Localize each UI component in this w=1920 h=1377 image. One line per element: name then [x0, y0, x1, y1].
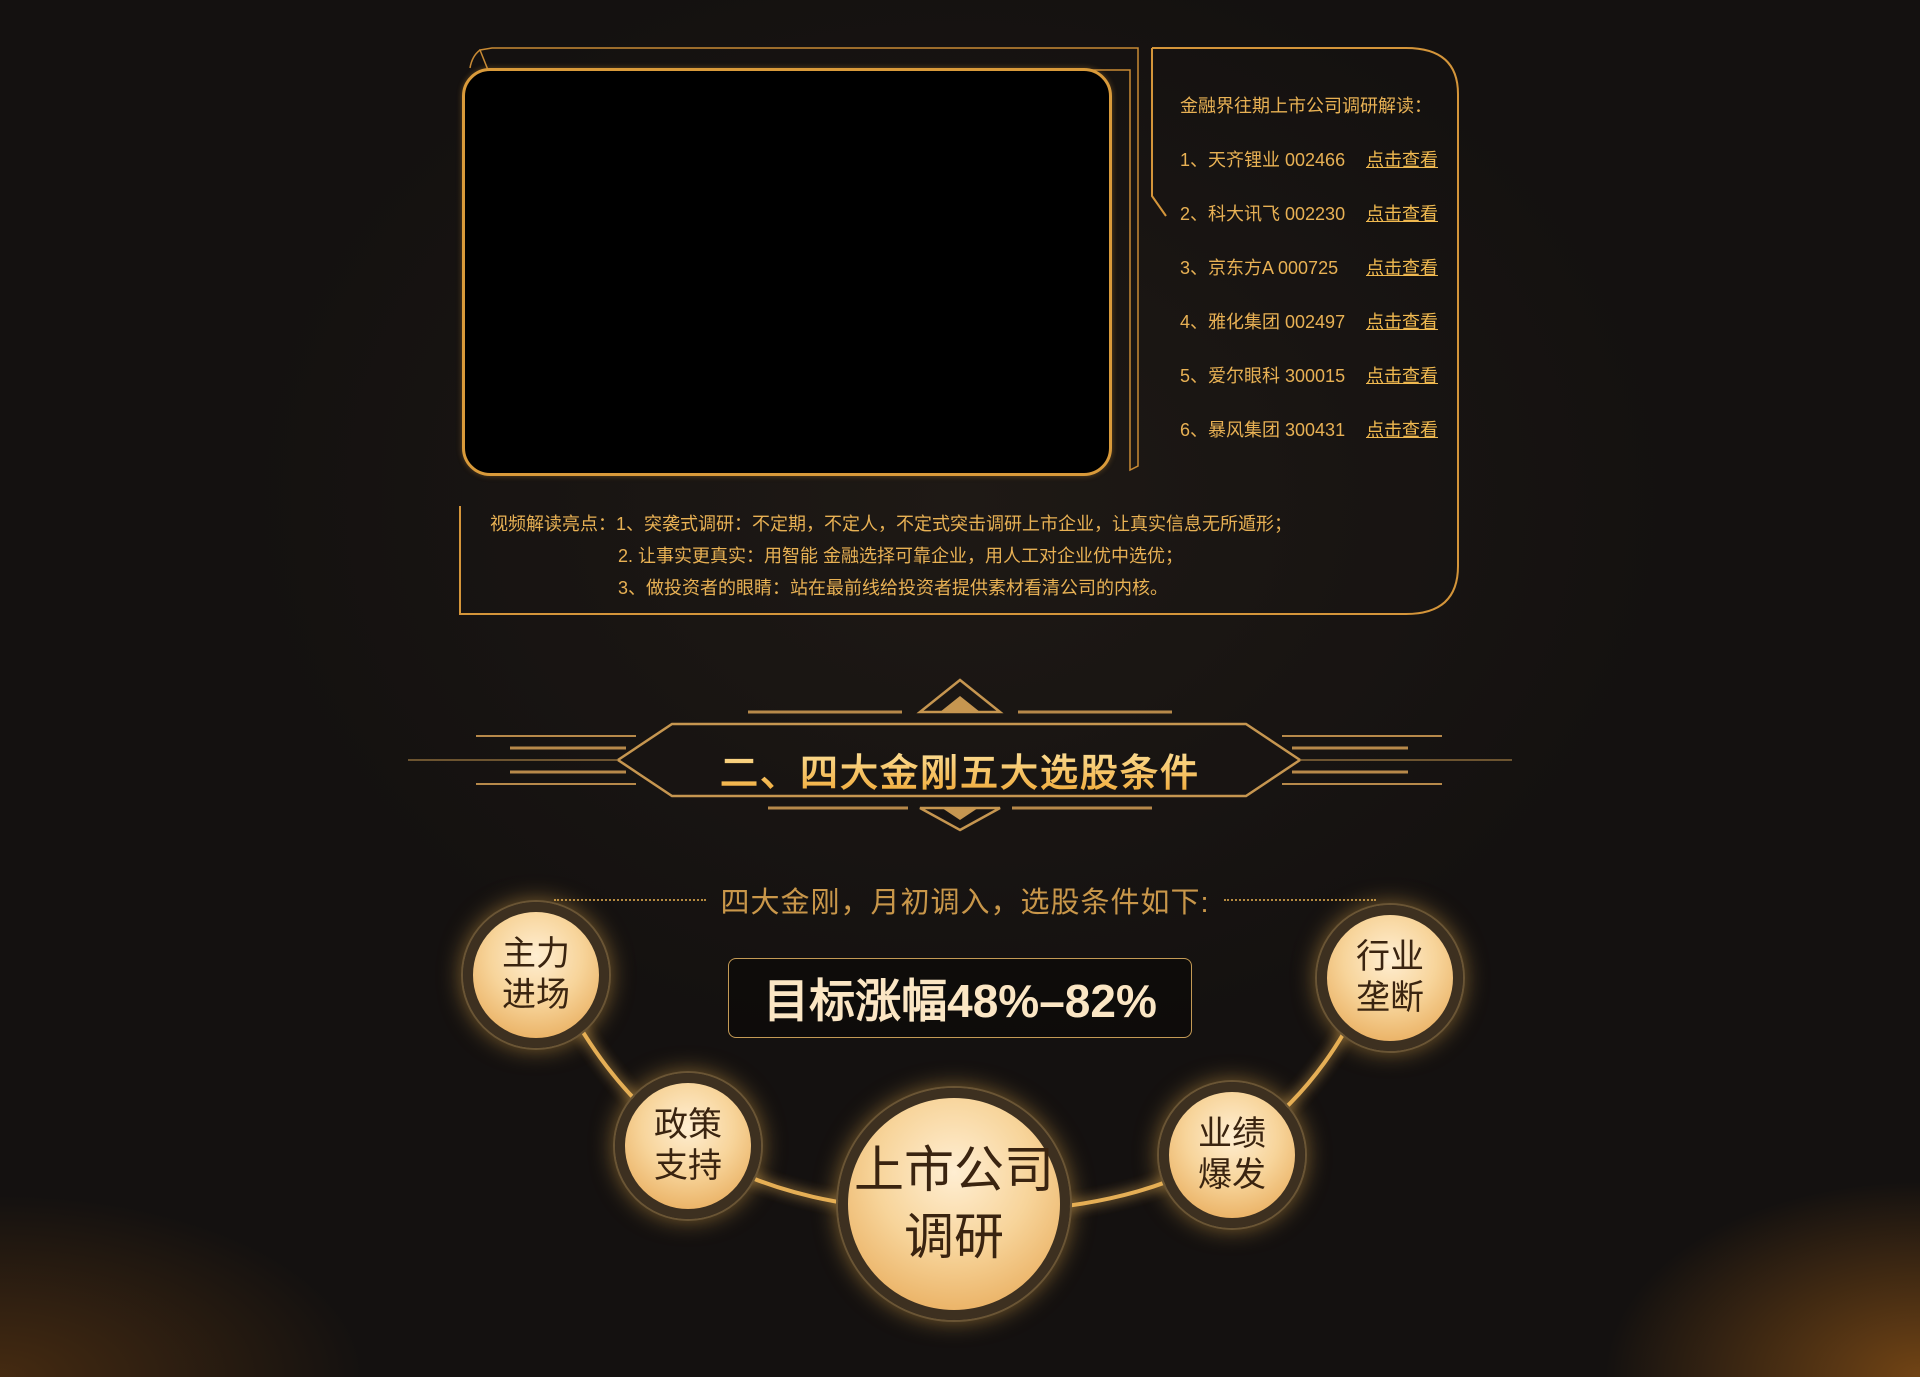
section-title: 二、四大金刚五大选股条件: [660, 742, 1260, 797]
view-link[interactable]: 点击查看: [1366, 254, 1438, 280]
circle-label: 调研: [904, 1209, 1004, 1265]
report-item-text: 1、天齐锂业 002466: [1180, 150, 1346, 170]
circle-label: 业绩: [1198, 1115, 1266, 1154]
circle-label: 支持: [654, 1147, 722, 1185]
circle-label: 进场: [502, 976, 570, 1014]
highlight-line-3: 3、做投资者的眼睛：站在最前线给投资者提供素材看清公司的内核。: [618, 578, 1169, 598]
list-item: 3、京东方A 000725 点击查看: [1180, 254, 1438, 280]
condition-earnings-burst: 业绩 爆发: [1159, 1082, 1305, 1228]
view-link[interactable]: 点击查看: [1366, 308, 1438, 334]
condition-industry-monopoly: 行业 垄断: [1317, 905, 1463, 1051]
view-link[interactable]: 点击查看: [1366, 200, 1438, 226]
video-player[interactable]: [462, 68, 1112, 476]
condition-company-research: 上市公司 调研: [838, 1088, 1070, 1320]
condition-policy-support: 政策 支持: [615, 1073, 761, 1219]
highlight-line-1: 视频解读亮点：1、突袭式调研：不定期，不定人，不定式突击调研上市企业，让真实信息…: [490, 514, 1293, 534]
list-item: 6、暴风集团 300431 点击查看: [1180, 416, 1438, 442]
report-item-text: 5、爱尔眼科 300015: [1180, 366, 1346, 386]
list-item: 5、爱尔眼科 300015 点击查看: [1180, 362, 1438, 388]
circle-label: 政策: [654, 1106, 722, 1145]
dotted-divider: [554, 899, 707, 901]
circle-label: 爆发: [1198, 1156, 1266, 1194]
report-item-text: 3、京东方A 000725: [1180, 258, 1339, 278]
conditions-subtitle: 四大金刚，月初调入，选股条件如下:: [720, 887, 1210, 919]
view-link[interactable]: 点击查看: [1366, 416, 1438, 442]
sidebar-title: 金融界往期上市公司调研解读：: [1180, 96, 1432, 116]
circle-label: 上市公司: [854, 1141, 1054, 1198]
report-item-text: 6、暴风集团 300431: [1180, 420, 1346, 440]
list-item: 1、天齐锂业 002466 点击查看: [1180, 146, 1438, 172]
view-link[interactable]: 点击查看: [1366, 146, 1438, 172]
list-item: 4、雅化集团 002497 点击查看: [1180, 308, 1438, 334]
conditions-subtitle-row: 四大金刚，月初调入，选股条件如下:: [540, 880, 1390, 920]
condition-main-force: 主力 进场: [463, 902, 609, 1048]
highlight-line-2: 2. 让事实更真实：用智能 金融选择可靠企业，用人工对企业优中选优；: [618, 546, 1184, 566]
circle-label: 行业: [1356, 938, 1424, 977]
circle-label: 主力: [502, 935, 570, 974]
circle-label: 垄断: [1356, 979, 1424, 1017]
dotted-divider: [1223, 899, 1376, 901]
report-item-text: 2、科大讯飞 002230: [1180, 204, 1346, 224]
view-link[interactable]: 点击查看: [1366, 362, 1438, 388]
list-item: 2、科大讯飞 002230 点击查看: [1180, 200, 1438, 226]
report-item-text: 4、雅化集团 002497: [1180, 312, 1346, 332]
